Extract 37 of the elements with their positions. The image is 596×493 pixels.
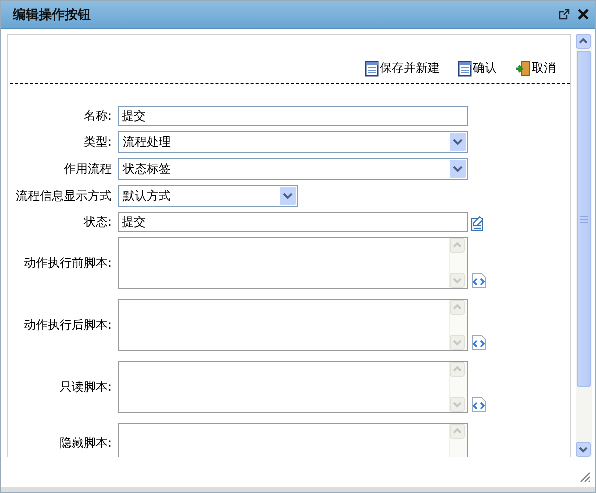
code-icon[interactable]: [471, 335, 487, 351]
field-label: 状态:: [82, 214, 112, 230]
code-icon[interactable]: [471, 273, 487, 289]
dropdown[interactable]: 状态标签: [118, 158, 468, 180]
dropdown[interactable]: 流程处理: [118, 131, 468, 153]
cancel-button[interactable]: 取消: [515, 60, 556, 77]
scroll-up-icon[interactable]: [576, 34, 591, 49]
field-label: 动作执行前脚本:: [22, 254, 112, 272]
code-icon[interactable]: [471, 397, 487, 413]
field-label: 动作执行后脚本:: [22, 316, 112, 334]
document-icon: [458, 60, 472, 76]
resize-grip-icon[interactable]: [579, 471, 591, 483]
save-button[interactable]: 保存并新建: [365, 60, 440, 77]
scroll-down-icon[interactable]: [576, 442, 591, 457]
field-label: 类型:: [82, 134, 112, 150]
window-title: 编辑操作按钮: [13, 6, 92, 24]
field-label: 流程信息显示方式: [15, 188, 112, 204]
chevron-down-icon: [450, 160, 466, 178]
grip-icon: [580, 216, 588, 222]
chevron-down-icon: [450, 133, 466, 151]
popout-icon[interactable]: [559, 9, 570, 20]
close-icon[interactable]: [578, 9, 589, 20]
save-button[interactable]: 确认: [458, 60, 497, 77]
scrollbar[interactable]: [576, 34, 592, 457]
text-field[interactable]: 提交: [118, 106, 468, 126]
field-label: 名称:: [82, 108, 112, 124]
dropdown[interactable]: 默认方式: [118, 185, 298, 207]
field-label: 作用流程: [63, 160, 112, 178]
script-field[interactable]: [118, 423, 468, 457]
chevron-down-icon: [280, 187, 296, 205]
edit-note-icon[interactable]: [471, 216, 485, 232]
document-icon: [365, 60, 379, 76]
door-exit-icon: [515, 60, 531, 76]
scroll-thumb[interactable]: [577, 51, 591, 387]
field-label: 隐藏脚本:: [58, 434, 112, 452]
field-label: 只读脚本:: [58, 378, 112, 396]
text-field[interactable]: 提交: [118, 212, 468, 232]
